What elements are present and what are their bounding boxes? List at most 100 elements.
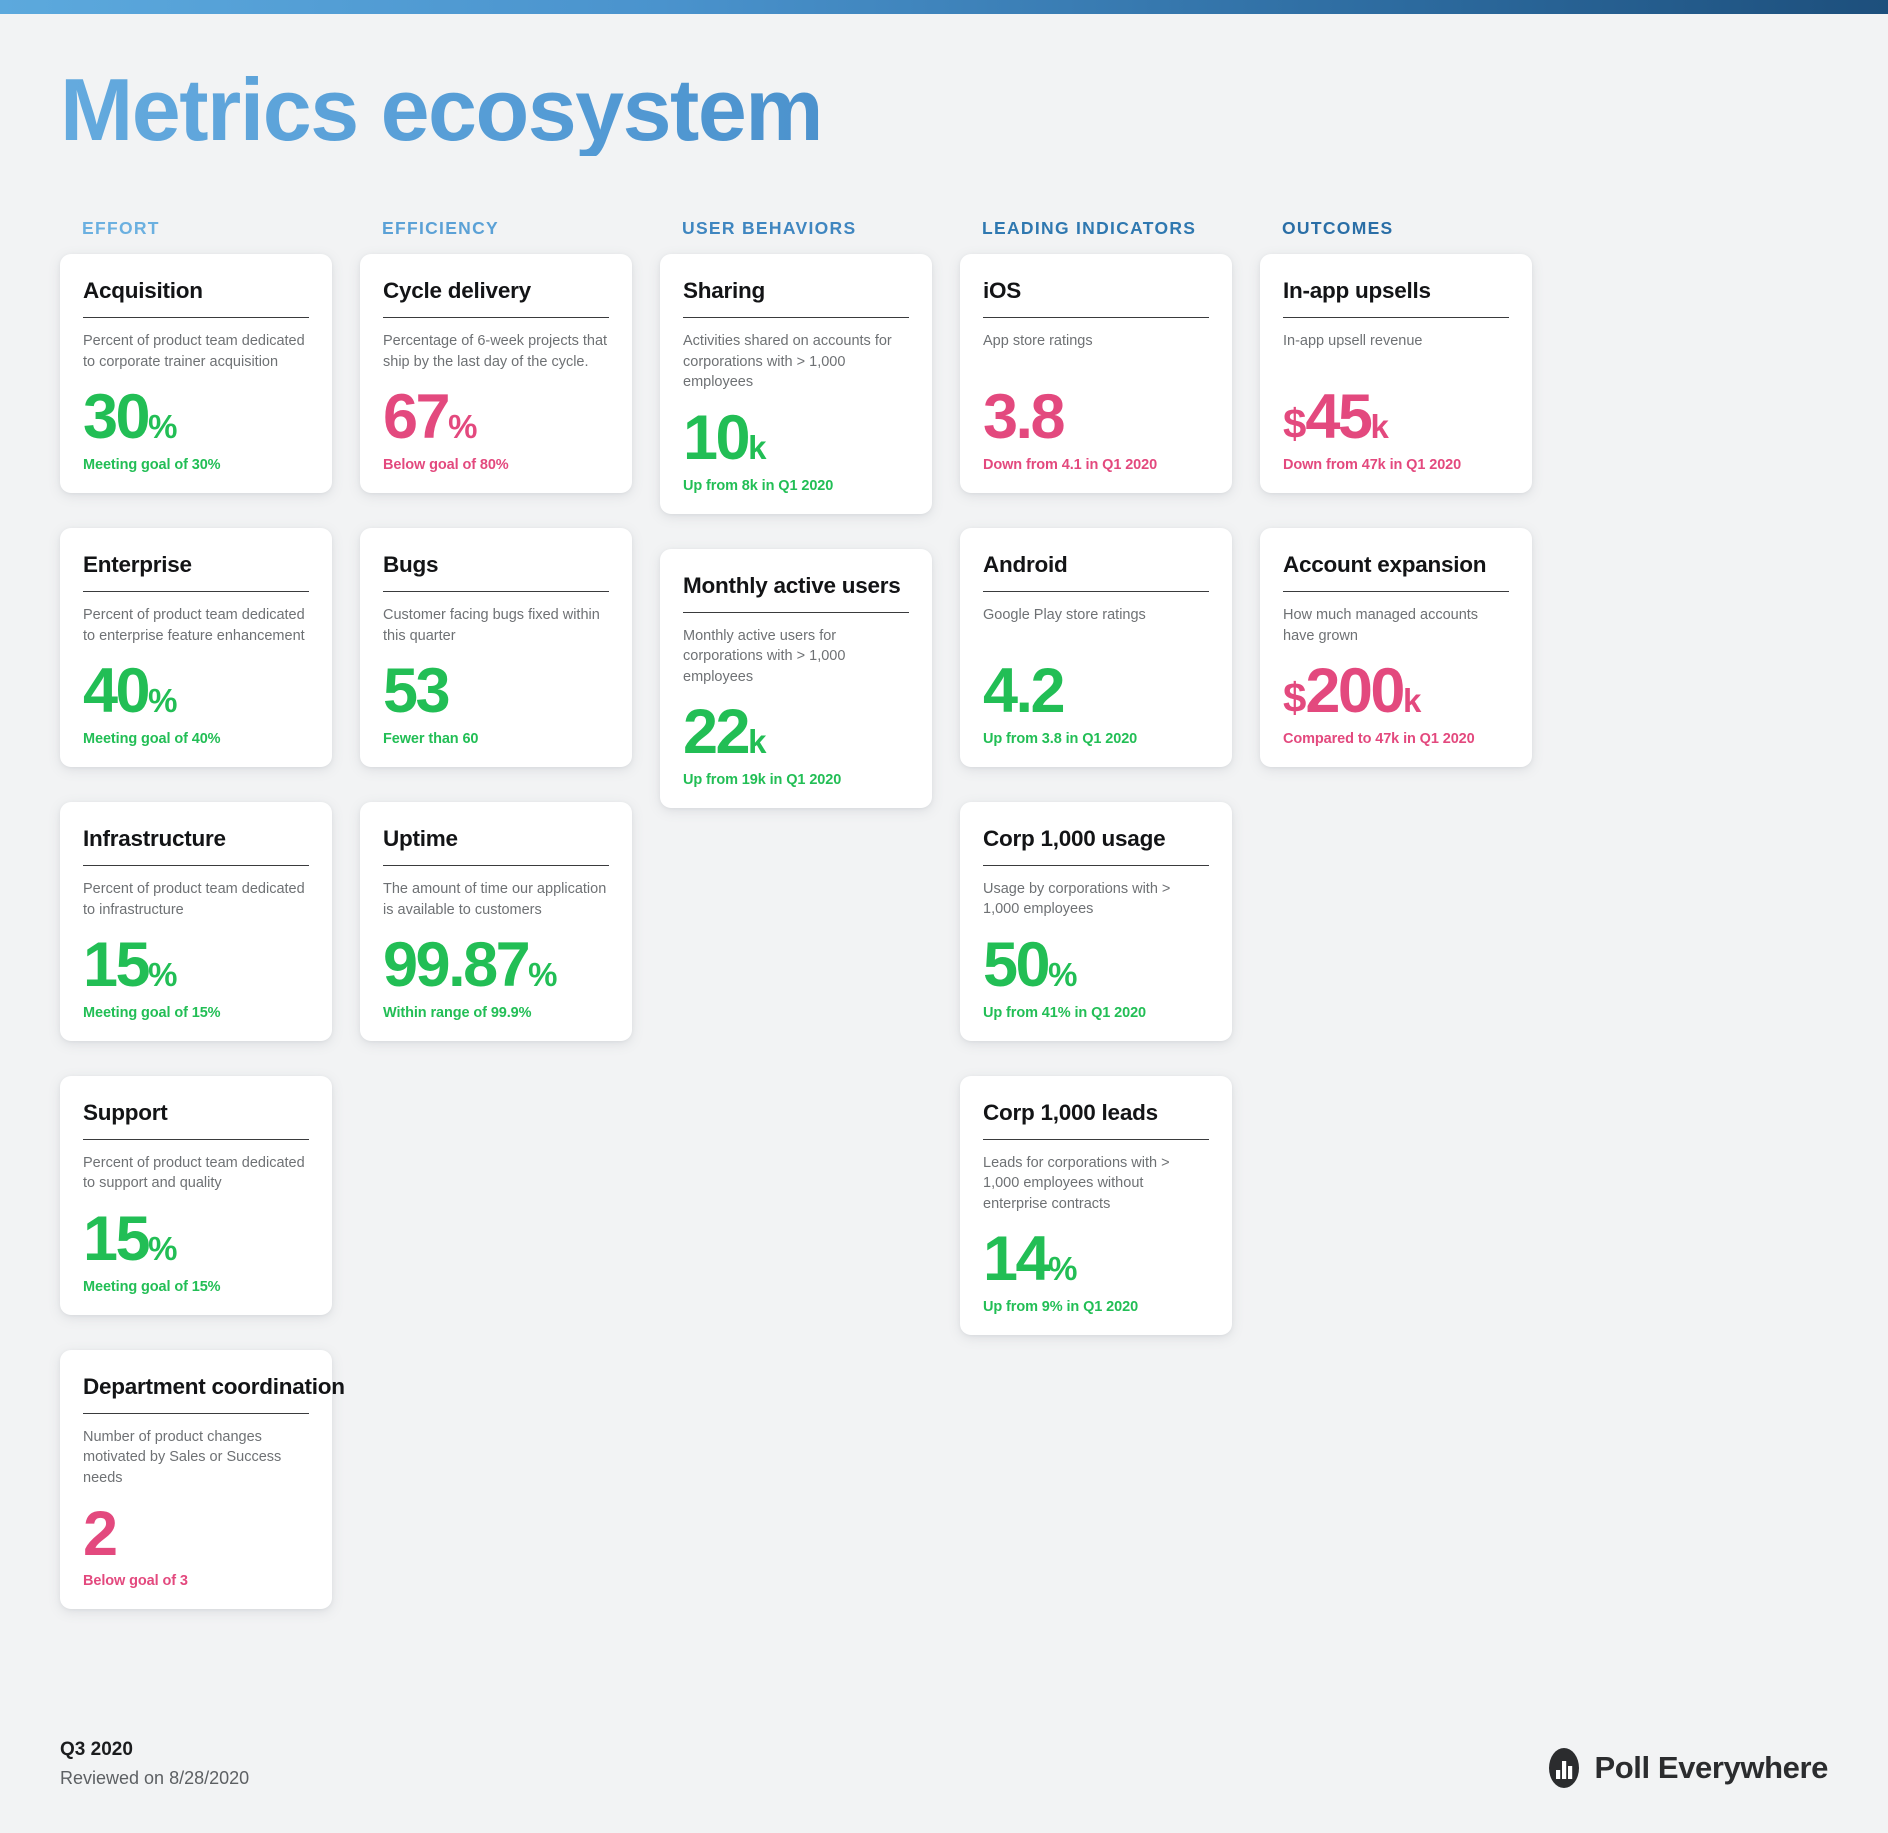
metric-value-prefix: $: [1283, 400, 1306, 448]
metric-value-number: 50: [983, 929, 1051, 1000]
metric-card-status: Down from 4.1 in Q1 2020: [983, 457, 1158, 474]
metric-card-value: $45k: [1283, 386, 1509, 449]
metric-card-status: Up from 8k in Q1 2020: [683, 477, 834, 494]
metric-card-description: Percentage of 6-week projects that ship …: [383, 333, 608, 370]
metric-card[interactable]: Acquisition Percent of product team dedic…: [60, 254, 332, 494]
metric-card-status: Fewer than 60: [383, 731, 479, 748]
metric-value-number: 99.87: [383, 930, 531, 1001]
metric-card-status: Meeting goal of 15%: [83, 1005, 221, 1022]
metric-value-number: 15: [83, 930, 151, 1001]
metric-value-number: 22: [683, 697, 751, 768]
metric-card-value: 10k: [683, 407, 909, 470]
top-accent-bar: [0, 0, 1888, 14]
column-header: EFFORT: [82, 218, 160, 239]
metric-value-number: 200: [1305, 656, 1405, 727]
metric-value-suffix: %: [448, 408, 477, 446]
metric-card-description: In-app upsell revenue: [1283, 333, 1423, 350]
metric-card[interactable]: Corp 1,000 usage Usage by corporations wi…: [960, 801, 1232, 1041]
metric-column: OUTCOMES In-app upsells In-app upsell reve…: [1260, 218, 1559, 802]
metric-card-description: Google Play store ratings: [983, 606, 1146, 623]
metric-card-title: Corp 1,000 leads: [983, 1100, 1209, 1140]
metric-card-status: Down from 47k in Q1 2020: [1283, 457, 1462, 474]
metric-card-value: 4.2: [983, 659, 1209, 722]
metric-value-suffix: %: [148, 682, 177, 720]
metric-value-suffix: k: [748, 429, 766, 466]
footer-meta: Q3 2020 Reviewed on 8/28/2020: [60, 1739, 249, 1789]
metric-card-description: The amount of time our application is av…: [383, 881, 607, 918]
metric-card[interactable]: Corp 1,000 leads Leads for corporations w…: [960, 1075, 1232, 1336]
footer-reviewed-date: Reviewed on 8/28/2020: [60, 1768, 250, 1788]
metric-card[interactable]: Infrastructure Percent of product team de…: [60, 802, 332, 1042]
metric-card-value: 22k: [683, 701, 909, 764]
metric-card[interactable]: Bugs Customer facing bugs fixed within th…: [360, 528, 632, 768]
metric-card[interactable]: Uptime The amount of time our application…: [360, 802, 632, 1042]
metric-card-status: Meeting goal of 40%: [83, 731, 221, 748]
metric-card-description: Percent of product team dedicated to sup…: [83, 1154, 305, 1192]
metric-card-status: Up from 3.8 in Q1 2020: [983, 730, 1138, 747]
column-header: LEADING INDICATORS: [982, 218, 1197, 239]
metric-card-title: iOS: [983, 278, 1209, 319]
metric-value-number: 10: [683, 403, 751, 473]
metric-card[interactable]: In-app upsells In-app upsell revenue $45k D…: [1260, 254, 1532, 494]
metric-column: LEADING INDICATORS iOS App store ratings 3.…: [960, 218, 1259, 1370]
metric-card-description: How much managed accounts have grown: [1283, 606, 1479, 644]
metric-card-title: Enterprise: [83, 552, 309, 593]
metric-value-suffix: %: [1048, 1250, 1077, 1288]
metric-card-title: Department coordination: [83, 1374, 345, 1414]
metric-card-description: Percent of product team dedicated to inf…: [83, 881, 305, 918]
metric-card-value: 14%: [983, 1228, 1209, 1291]
metric-card-title: Account expansion: [1283, 552, 1509, 592]
metric-card[interactable]: Cycle delivery Percentage of 6-week proje…: [360, 254, 632, 494]
metric-card-title: Monthly active users: [683, 573, 909, 613]
column-header: EFFICIENCY: [382, 218, 500, 239]
metric-card-status: Up from 9% in Q1 2020: [983, 1299, 1139, 1316]
metric-value-number: 67: [383, 382, 451, 453]
metric-card[interactable]: Support Percent of product team dedicated…: [60, 1076, 332, 1315]
metric-card[interactable]: Android Google Play store ratings 4.2 Up fr…: [960, 528, 1232, 767]
bar-chart-logo-icon: [1549, 1748, 1580, 1788]
metric-card-status: Compared to 47k in Q1 2020: [1283, 730, 1475, 747]
metric-card[interactable]: iOS App store ratings 3.8 Down from 4.1 in …: [960, 254, 1232, 494]
infographic-page: Metrics ecosystem EFFORT Acquisition Perce…: [0, 14, 1888, 1833]
metric-value-number: 2: [83, 1498, 118, 1569]
metric-value-suffix: %: [148, 408, 177, 446]
metric-card-description: App store ratings: [983, 333, 1093, 350]
metric-column: EFFORT Acquisition Percent of product team…: [60, 218, 359, 1644]
metric-value-number: 45: [1305, 382, 1373, 453]
metric-card[interactable]: Account expansion How much managed accoun…: [1260, 528, 1532, 767]
metric-card-value: 53: [383, 660, 609, 723]
metric-card-description: Number of product changes motivated by S…: [83, 1428, 282, 1486]
metric-card-status: Below goal of 3: [83, 1573, 188, 1590]
metric-value-number: 40: [83, 656, 151, 727]
metric-card[interactable]: Department coordination Number of product…: [60, 1349, 345, 1610]
metric-card-value: 3.8: [983, 386, 1209, 449]
metric-card-title: Uptime: [383, 826, 609, 867]
metric-value-number: 30: [83, 382, 151, 453]
metric-card-status: Up from 19k in Q1 2020: [683, 772, 842, 789]
poll-everywhere-logo: Poll Everywhere: [1545, 1747, 1828, 1789]
metric-card-title: Corp 1,000 usage: [983, 826, 1209, 866]
metric-card-description: Activities shared on accounts for corpor…: [683, 333, 892, 391]
metric-card[interactable]: Enterprise Percent of product team dedica…: [60, 528, 332, 768]
metric-value-suffix: k: [748, 723, 766, 761]
metric-value-number: 14: [983, 1224, 1051, 1295]
metric-card-status: Up from 41% in Q1 2020: [983, 1004, 1146, 1021]
metric-card-title: Android: [983, 552, 1209, 592]
metric-card-value: 99.87%: [383, 934, 609, 997]
metric-card-description: Monthly active users for corporations wi…: [683, 627, 846, 685]
column-header: OUTCOMES: [1282, 218, 1394, 239]
metric-value-suffix: %: [148, 956, 177, 994]
metric-card-value: 40%: [83, 660, 309, 723]
metric-card-status: Meeting goal of 30%: [83, 457, 221, 474]
metric-card-title: Acquisition: [83, 278, 309, 319]
metric-value-suffix: %: [1048, 955, 1077, 993]
metric-value-suffix: %: [148, 1230, 177, 1268]
metric-card-title: Cycle delivery: [383, 278, 609, 319]
metric-card[interactable]: Monthly active users Monthly active users…: [660, 548, 932, 809]
metric-column: USER BEHAVIORS Sharing Activities shared o…: [660, 218, 959, 843]
metric-card[interactable]: Sharing Activities shared on accounts for…: [660, 254, 932, 514]
metric-card-title: Sharing: [683, 278, 909, 319]
metric-columns: EFFORT Acquisition Percent of product team…: [60, 218, 1828, 1644]
metric-card-value: 2: [83, 1502, 309, 1565]
logo-wordmark: Poll Everywhere: [1594, 1750, 1828, 1785]
